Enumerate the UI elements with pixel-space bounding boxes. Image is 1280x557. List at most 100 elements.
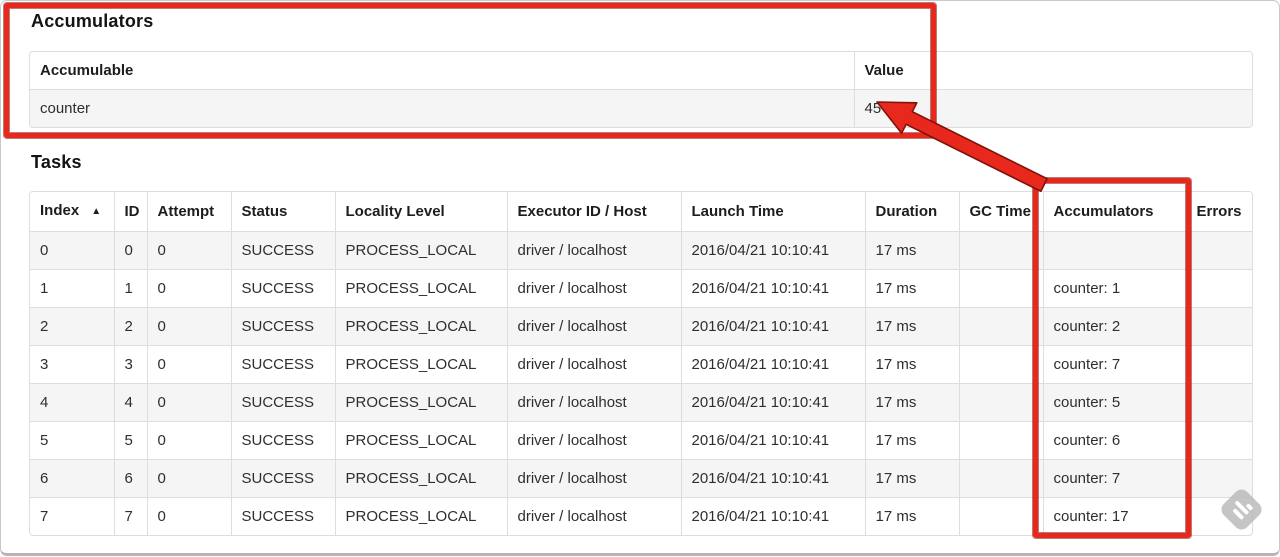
- table-cell: 0: [147, 497, 232, 535]
- column-header-launch-time[interactable]: Launch Time: [681, 192, 866, 232]
- table-cell: driver / localhost: [507, 383, 682, 422]
- table-cell: 2016/04/21 10:10:41: [681, 459, 866, 498]
- table-cell: counter: 6: [1043, 421, 1187, 460]
- table-cell: SUCCESS: [231, 383, 336, 422]
- table-cell: 0: [147, 231, 232, 270]
- table-cell: 2016/04/21 10:10:41: [681, 345, 866, 384]
- table-cell: SUCCESS: [231, 345, 336, 384]
- table-row: counter 45: [30, 89, 1252, 127]
- column-header-locality-level[interactable]: Locality Level: [335, 192, 508, 232]
- table-cell: counter: 1: [1043, 269, 1187, 308]
- table-cell: 6: [30, 459, 115, 498]
- column-header-attempt[interactable]: Attempt: [147, 192, 232, 232]
- table-cell: 4: [114, 383, 148, 422]
- table-cell: 2016/04/21 10:10:41: [681, 269, 866, 308]
- table-cell: 17 ms: [865, 459, 960, 498]
- table-cell: counter: 5: [1043, 383, 1187, 422]
- table-cell: 0: [147, 269, 232, 308]
- table-cell: 17 ms: [865, 307, 960, 346]
- table-cell: [959, 421, 1044, 460]
- table-cell: 5: [30, 421, 115, 460]
- table-cell: 0: [147, 421, 232, 460]
- table-cell: PROCESS_LOCAL: [335, 269, 508, 308]
- table-cell: PROCESS_LOCAL: [335, 497, 508, 535]
- table-cell: driver / localhost: [507, 497, 682, 535]
- column-header-accumulable[interactable]: Accumulable: [30, 52, 855, 90]
- table-cell: 5: [114, 421, 148, 460]
- table-cell: [959, 383, 1044, 422]
- table-cell: PROCESS_LOCAL: [335, 307, 508, 346]
- table-cell: 45: [864, 100, 882, 117]
- column-header-index-label: Index: [40, 202, 80, 219]
- table-cell: 2016/04/21 10:10:41: [681, 383, 866, 422]
- column-header-value[interactable]: Value: [854, 52, 1252, 90]
- table-cell: 17 ms: [865, 421, 960, 460]
- table-cell: [1186, 421, 1252, 460]
- table-row: 1 1 0 SUCCESS PROCESS_LOCAL driver / localhos…: [30, 269, 1252, 308]
- table-row: 5 5 0 SUCCESS PROCESS_LOCAL driver / localhos…: [30, 421, 1252, 460]
- table-cell: [1186, 345, 1252, 384]
- column-header-index[interactable]: Index ▲: [30, 192, 115, 232]
- column-header-errors[interactable]: Errors: [1186, 192, 1252, 232]
- table-row: 2 2 0 SUCCESS PROCESS_LOCAL driver / localhos…: [30, 307, 1252, 346]
- table-cell: counter: 7: [1043, 345, 1187, 384]
- table-cell: 2016/04/21 10:10:41: [681, 497, 866, 535]
- table-cell: 2: [114, 307, 148, 346]
- column-header-id[interactable]: ID: [114, 192, 148, 232]
- table-cell: PROCESS_LOCAL: [335, 459, 508, 498]
- browser-page: Accumulators Accumulable Value counter 45…: [0, 0, 1280, 556]
- table-cell: 17 ms: [865, 383, 960, 422]
- table-cell: counter: [30, 89, 855, 127]
- accumulators-table: Accumulable Value counter 45: [29, 51, 1253, 128]
- table-header-row: Accumulable Value: [30, 52, 1252, 90]
- table-cell: counter: 2: [1043, 307, 1187, 346]
- table-cell: 3: [30, 345, 115, 384]
- tasks-section-title: Tasks: [31, 152, 82, 172]
- accumulators-section-title: Accumulators: [31, 11, 154, 31]
- table-cell: 0: [147, 459, 232, 498]
- table-cell: 17 ms: [865, 269, 960, 308]
- table-cell: [959, 269, 1044, 308]
- table-cell: [959, 231, 1044, 270]
- table-cell: 17 ms: [865, 497, 960, 535]
- table-cell: counter: 7: [1043, 459, 1187, 498]
- table-cell: SUCCESS: [231, 497, 336, 535]
- table-cell: [959, 345, 1044, 384]
- table-cell: [1186, 383, 1252, 422]
- table-cell: driver / localhost: [507, 269, 682, 308]
- table-cell: PROCESS_LOCAL: [335, 383, 508, 422]
- table-cell: [959, 497, 1044, 535]
- table-cell: 0: [30, 231, 115, 270]
- table-cell: 6: [114, 459, 148, 498]
- table-cell: 17 ms: [865, 231, 960, 270]
- table-cell: [959, 307, 1044, 346]
- table-cell: 3: [114, 345, 148, 384]
- table-cell: 0: [147, 383, 232, 422]
- table-cell: SUCCESS: [231, 421, 336, 460]
- table-cell: counter: 17: [1043, 497, 1187, 535]
- tasks-table: Index ▲ ID Attempt Status Locality Level …: [29, 191, 1253, 536]
- column-header-duration[interactable]: Duration: [865, 192, 960, 232]
- table-cell: 2: [30, 307, 115, 346]
- table-cell: 0: [147, 307, 232, 346]
- table-cell: [1186, 269, 1252, 308]
- column-header-accumulators[interactable]: Accumulators: [1043, 192, 1187, 232]
- table-cell: 2016/04/21 10:10:41: [681, 231, 866, 270]
- table-cell: [1186, 307, 1252, 346]
- table-cell: driver / localhost: [507, 307, 682, 346]
- table-header-row: Index ▲ ID Attempt Status Locality Level …: [30, 192, 1252, 232]
- table-cell: 0: [114, 231, 148, 270]
- table-cell: 4: [30, 383, 115, 422]
- table-cell: 2016/04/21 10:10:41: [681, 307, 866, 346]
- column-header-executor-id-host[interactable]: Executor ID / Host: [507, 192, 682, 232]
- table-cell: driver / localhost: [507, 345, 682, 384]
- table-cell: 7: [30, 497, 115, 535]
- table-cell: driver / localhost: [507, 421, 682, 460]
- column-header-gc-time[interactable]: GC Time: [959, 192, 1044, 232]
- table-cell: 1: [114, 269, 148, 308]
- table-cell: SUCCESS: [231, 307, 336, 346]
- column-header-status[interactable]: Status: [231, 192, 336, 232]
- table-cell: SUCCESS: [231, 231, 336, 270]
- table-cell: SUCCESS: [231, 459, 336, 498]
- table-cell: PROCESS_LOCAL: [335, 345, 508, 384]
